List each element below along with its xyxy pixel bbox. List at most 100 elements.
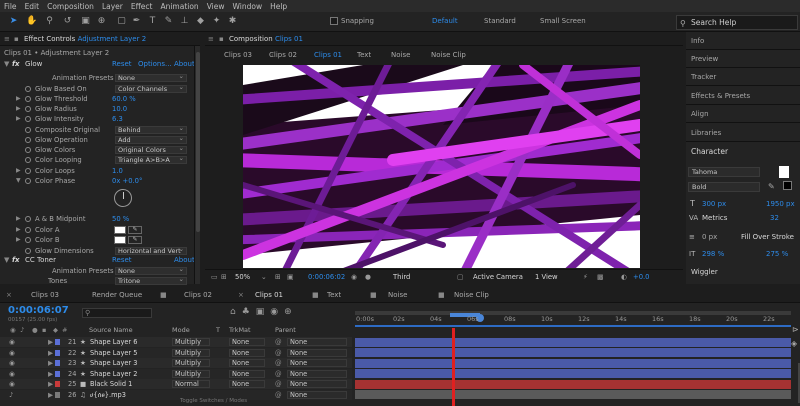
track-matte-dropdown[interactable]: None bbox=[229, 369, 265, 378]
toner-dropdown[interactable]: None bbox=[115, 266, 187, 275]
twirl-icon[interactable]: ▶ bbox=[48, 348, 53, 358]
panel-menu-icon[interactable]: ≡ bbox=[208, 35, 214, 43]
workspace-default[interactable]: Default bbox=[432, 17, 458, 25]
chevron-down-icon[interactable]: ⌄ bbox=[261, 273, 267, 281]
zoom-tool-icon[interactable]: ⚲ bbox=[44, 16, 55, 27]
layer-name[interactable]: Shape Layer 6 bbox=[90, 337, 137, 347]
stopwatch-icon[interactable] bbox=[25, 147, 31, 153]
twirl-icon[interactable]: ▶ bbox=[16, 225, 21, 235]
layer-duration-bar[interactable] bbox=[355, 390, 791, 399]
pickwhip-icon[interactable]: @ bbox=[275, 369, 282, 379]
panel-libraries[interactable]: Libraries bbox=[686, 124, 800, 142]
label-color-chip[interactable] bbox=[55, 339, 60, 345]
audio-icon[interactable]: ♪ bbox=[9, 390, 13, 400]
rotate-tool-icon[interactable]: ↺ bbox=[62, 16, 73, 27]
color-channel-icon[interactable]: ● bbox=[365, 273, 371, 281]
pickwhip-icon[interactable]: @ bbox=[275, 337, 282, 347]
toner-dropdown[interactable]: Tritone bbox=[115, 276, 187, 285]
timeline-tab-clips-02[interactable]: Clips 02 bbox=[184, 291, 212, 299]
parent-dropdown[interactable]: None bbox=[287, 338, 347, 346]
column-t[interactable]: T bbox=[216, 326, 220, 334]
visibility-icon[interactable]: ◉ bbox=[9, 379, 15, 389]
stopwatch-icon[interactable] bbox=[25, 116, 31, 122]
layer-name[interactable]: Black Solid 1 bbox=[90, 379, 132, 389]
composition-viewer[interactable] bbox=[243, 65, 640, 268]
track-matte-dropdown[interactable]: None bbox=[229, 338, 265, 346]
column-parent[interactable]: Parent bbox=[275, 326, 296, 334]
timeline-tab-clips-01[interactable]: Clips 01 bbox=[255, 291, 283, 299]
font-style-dropdown[interactable]: Bold bbox=[688, 182, 760, 192]
twirl-down-icon[interactable]: ▼ bbox=[4, 60, 9, 68]
fx-icon[interactable]: fx bbox=[12, 60, 20, 68]
glow-radius-value[interactable]: 10.0 bbox=[112, 104, 127, 114]
layer-name[interactable]: Shape Layer 5 bbox=[90, 348, 137, 358]
layer-row[interactable]: ◉ ▶ 21 ★ Shape Layer 6 Multiply None @ None bbox=[0, 337, 352, 347]
mask-visibility-icon[interactable]: ▣ bbox=[287, 273, 293, 281]
timeline-tab-text[interactable]: Text bbox=[327, 291, 341, 299]
camera-tool-icon[interactable]: ▣ bbox=[80, 16, 91, 27]
timeline-tab-render-queue[interactable]: Render Queue bbox=[92, 291, 142, 299]
exposure-icon[interactable]: ◐ bbox=[621, 273, 627, 281]
color-phase-value[interactable]: 0x +0.0° bbox=[112, 176, 142, 186]
stopwatch-icon[interactable] bbox=[25, 216, 31, 222]
timeline-search-input[interactable]: ⚲ bbox=[82, 308, 152, 318]
menu-animation[interactable]: Animation bbox=[160, 2, 198, 11]
effect-controls-scrollbar[interactable] bbox=[194, 46, 200, 284]
glow-reset-link[interactable]: Reset bbox=[112, 60, 132, 68]
twirl-icon[interactable]: ▶ bbox=[16, 114, 21, 124]
pen-tool-icon[interactable]: ✒ bbox=[131, 16, 142, 27]
layer-row[interactable]: ◉ ▶ 24 ★ Shape Layer 2 Multiply None @ None bbox=[0, 368, 352, 379]
parent-dropdown[interactable]: None bbox=[287, 390, 347, 399]
subtab-clips-03[interactable]: Clips 03 bbox=[224, 51, 252, 59]
twirl-icon[interactable]: ▶ bbox=[16, 166, 21, 176]
panel-preview[interactable]: Preview bbox=[686, 50, 800, 68]
pickwhip-icon[interactable]: @ bbox=[275, 358, 282, 368]
current-time-indicator-line[interactable] bbox=[452, 328, 455, 406]
column-mode[interactable]: Mode bbox=[172, 326, 190, 334]
twirl-icon[interactable]: ▶ bbox=[16, 94, 21, 104]
color-b-swatch[interactable] bbox=[114, 236, 126, 244]
toggle-switches-modes[interactable]: Toggle Switches / Modes bbox=[180, 398, 247, 404]
menu-effect[interactable]: Effect bbox=[131, 2, 153, 11]
blend-mode-dropdown[interactable]: Multiply bbox=[172, 369, 210, 378]
label-color-chip[interactable] bbox=[55, 360, 60, 366]
subtab-text[interactable]: Text bbox=[357, 51, 371, 59]
layer-name[interactable]: Shape Layer 3 bbox=[90, 358, 137, 368]
label-color-chip[interactable] bbox=[55, 349, 60, 356]
subtab-clips-01[interactable]: Clips 01 bbox=[314, 51, 342, 59]
pan-behind-tool-icon[interactable]: ⊕ bbox=[96, 16, 107, 27]
twirl-icon[interactable]: ▶ bbox=[16, 214, 21, 224]
parent-dropdown[interactable]: None bbox=[287, 369, 347, 378]
layer-duration-bar[interactable] bbox=[355, 358, 791, 368]
stopwatch-icon[interactable] bbox=[25, 237, 31, 243]
glow-operation-dropdown[interactable]: Add bbox=[115, 135, 187, 144]
panel-effects-presets[interactable]: Effects & Presets bbox=[686, 87, 800, 105]
zoom-dropdown[interactable]: 50% bbox=[235, 273, 250, 281]
timeline-switch-icons[interactable]: ⌂♣▣◉⊕ bbox=[230, 307, 298, 317]
menu-help[interactable]: Help bbox=[270, 2, 287, 11]
subtab-clips-02[interactable]: Clips 02 bbox=[269, 51, 297, 59]
layer-duration-bar[interactable] bbox=[355, 369, 791, 378]
twirl-down-icon[interactable]: ▼ bbox=[4, 256, 9, 264]
twirl-icon[interactable]: ▼ bbox=[16, 176, 21, 186]
blend-mode-dropdown[interactable]: Multiply bbox=[172, 348, 210, 357]
twirl-icon[interactable]: ▶ bbox=[48, 337, 53, 347]
color-phase-dial[interactable] bbox=[114, 189, 132, 207]
subtab-noise[interactable]: Noise bbox=[391, 51, 410, 59]
visibility-icon[interactable]: ◉ bbox=[9, 358, 15, 368]
hand-tool-icon[interactable]: ✋ bbox=[26, 16, 37, 27]
color-looping-dropdown[interactable]: Triangle A>B>A bbox=[115, 155, 187, 164]
track-matte-dropdown[interactable]: None bbox=[229, 380, 265, 388]
pickwhip-icon[interactable]: @ bbox=[275, 379, 282, 389]
label-color-chip[interactable] bbox=[55, 370, 60, 377]
pickwhip-icon[interactable]: @ bbox=[275, 348, 282, 358]
label-color-chip[interactable] bbox=[55, 391, 60, 398]
fx-icon[interactable]: fx bbox=[12, 256, 20, 264]
camera-dropdown[interactable]: Active Camera bbox=[473, 273, 523, 281]
stopwatch-icon[interactable] bbox=[25, 127, 31, 133]
menu-edit[interactable]: Edit bbox=[25, 2, 40, 11]
subtab-noise-clip[interactable]: Noise Clip bbox=[431, 51, 466, 59]
stroke-width-value[interactable]: 0 px bbox=[702, 233, 717, 241]
panel-tracker[interactable]: Tracker bbox=[686, 68, 800, 86]
glow-based-on-dropdown[interactable]: Color Channels bbox=[115, 84, 187, 93]
